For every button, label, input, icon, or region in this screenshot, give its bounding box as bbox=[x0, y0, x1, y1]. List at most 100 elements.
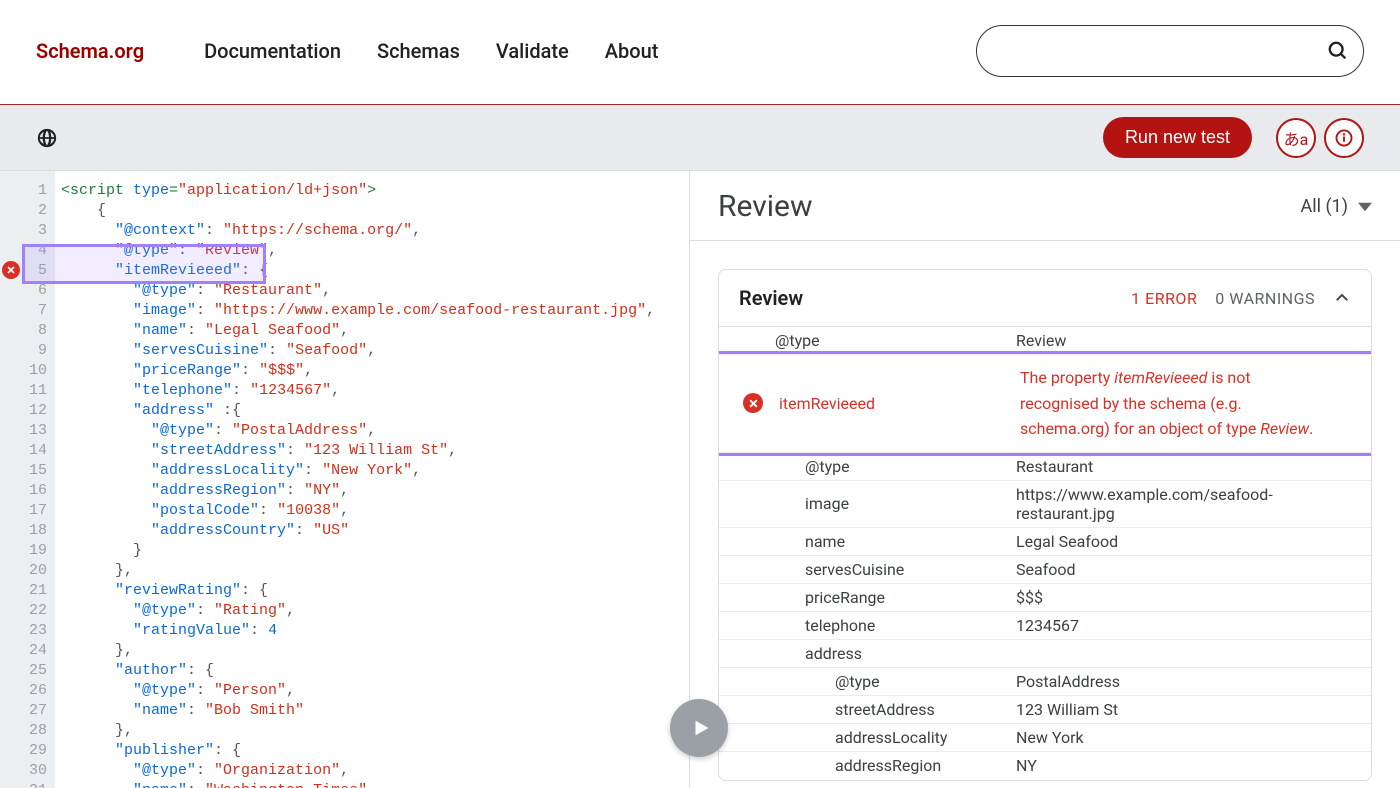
site-logo[interactable]: Schema.org bbox=[36, 39, 144, 63]
code-line[interactable]: "author": { bbox=[61, 661, 655, 681]
card-header[interactable]: Review 1 ERROR 0 WARNINGS bbox=[719, 270, 1371, 327]
property-row[interactable]: streetAddress123 William St bbox=[719, 696, 1371, 724]
error-row[interactable]: itemRevieeed The property itemRevieeed i… bbox=[719, 355, 1371, 453]
property-key: telephone bbox=[719, 616, 1016, 635]
info-button[interactable] bbox=[1324, 118, 1364, 158]
results-filter[interactable]: All (1) bbox=[1300, 196, 1372, 217]
property-row[interactable]: @typeRestaurant bbox=[719, 453, 1371, 481]
line-number: 2 bbox=[0, 201, 47, 221]
line-number: 10 bbox=[0, 361, 47, 381]
run-test-button[interactable]: Run new test bbox=[1103, 117, 1252, 158]
code-line[interactable]: "@type": "Person", bbox=[61, 681, 655, 701]
property-key: @type bbox=[719, 331, 1016, 350]
property-row[interactable]: nameLegal Seafood bbox=[719, 528, 1371, 556]
code-line[interactable]: <script type="application/ld+json"> bbox=[61, 181, 655, 201]
results-panel: Review All (1) Review 1 ERROR 0 WARNINGS… bbox=[690, 171, 1400, 788]
code-line[interactable]: "name": "Legal Seafood", bbox=[61, 321, 655, 341]
code-line[interactable]: "@type": "Organization", bbox=[61, 761, 655, 781]
line-number: 20 bbox=[0, 561, 47, 581]
property-key: name bbox=[719, 532, 1016, 551]
code-line[interactable]: } bbox=[61, 541, 655, 561]
code-line[interactable]: "streetAddress": "123 William St", bbox=[61, 441, 655, 461]
property-value: NY bbox=[1016, 752, 1371, 779]
property-row[interactable]: @typePostalAddress bbox=[719, 668, 1371, 696]
line-number: 31 bbox=[0, 781, 47, 788]
code-line[interactable]: { bbox=[61, 201, 655, 221]
nav-documentation[interactable]: Documentation bbox=[204, 39, 341, 63]
code-line[interactable]: "address" :{ bbox=[61, 401, 655, 421]
line-number: 1 bbox=[0, 181, 47, 201]
code-line[interactable]: "publisher": { bbox=[61, 741, 655, 761]
error-marker-icon[interactable] bbox=[2, 261, 20, 279]
property-value: https://www.example.com/seafood-restaura… bbox=[1016, 481, 1371, 527]
code-line[interactable]: }, bbox=[61, 641, 655, 661]
code-line[interactable]: }, bbox=[61, 721, 655, 741]
nav-validate[interactable]: Validate bbox=[496, 39, 569, 63]
property-value bbox=[1016, 649, 1371, 657]
property-row[interactable]: address bbox=[719, 640, 1371, 668]
error-message: The property itemRevieeed is not recogni… bbox=[1020, 365, 1320, 442]
property-key: servesCuisine bbox=[719, 560, 1016, 579]
collapse-icon[interactable] bbox=[1333, 289, 1351, 307]
dropdown-icon bbox=[1358, 200, 1372, 214]
filter-label: All (1) bbox=[1300, 196, 1348, 217]
code-line[interactable]: "ratingValue": 4 bbox=[61, 621, 655, 641]
language-button[interactable]: あa bbox=[1276, 118, 1316, 158]
property-row[interactable]: servesCuisineSeafood bbox=[719, 556, 1371, 584]
globe-icon[interactable] bbox=[36, 127, 58, 149]
results-header: Review All (1) bbox=[690, 171, 1400, 241]
search-input[interactable] bbox=[999, 42, 1327, 60]
card-type-name: Review bbox=[739, 286, 803, 310]
property-key: streetAddress bbox=[719, 700, 1016, 719]
line-number: 12 bbox=[0, 401, 47, 421]
code-line[interactable]: "@type": "Review", bbox=[61, 241, 655, 261]
property-value: Restaurant bbox=[1016, 453, 1371, 480]
run-fab-button[interactable] bbox=[670, 699, 728, 757]
code-line[interactable]: "name": "Bob Smith" bbox=[61, 701, 655, 721]
property-row[interactable]: priceRange$$$ bbox=[719, 584, 1371, 612]
code-line[interactable]: "addressLocality": "New York", bbox=[61, 461, 655, 481]
code-line[interactable]: "priceRange": "$$$", bbox=[61, 361, 655, 381]
nav-about[interactable]: About bbox=[605, 39, 659, 63]
property-row[interactable]: imagehttps://www.example.com/seafood-res… bbox=[719, 481, 1371, 528]
error-icon bbox=[743, 393, 763, 413]
search-icon[interactable] bbox=[1327, 40, 1349, 62]
code-body[interactable]: <script type="application/ld+json"> { "@… bbox=[55, 171, 655, 788]
line-number: 25 bbox=[0, 661, 47, 681]
line-number: 4 bbox=[0, 241, 47, 261]
code-editor[interactable]: 1234567891011121314151617181920212223242… bbox=[0, 171, 690, 788]
info-icon bbox=[1335, 129, 1353, 147]
property-value: PostalAddress bbox=[1016, 668, 1371, 695]
property-row[interactable]: addressRegionNY bbox=[719, 752, 1371, 780]
code-line[interactable]: "@context": "https://schema.org/", bbox=[61, 221, 655, 241]
property-value: 1234567 bbox=[1016, 612, 1371, 639]
code-line[interactable]: "image": "https://www.example.com/seafoo… bbox=[61, 301, 655, 321]
property-value: Seafood bbox=[1016, 556, 1371, 583]
code-line[interactable]: "@type": "PostalAddress", bbox=[61, 421, 655, 441]
nav-schemas[interactable]: Schemas bbox=[377, 39, 460, 63]
error-count: 1 ERROR bbox=[1131, 289, 1197, 308]
search-box[interactable] bbox=[976, 25, 1364, 77]
code-line[interactable]: "@type": "Rating", bbox=[61, 601, 655, 621]
code-line[interactable]: "postalCode": "10038", bbox=[61, 501, 655, 521]
code-line[interactable]: "servesCuisine": "Seafood", bbox=[61, 341, 655, 361]
property-row[interactable]: addressLocalityNew York bbox=[719, 724, 1371, 752]
line-number: 9 bbox=[0, 341, 47, 361]
line-number: 17 bbox=[0, 501, 47, 521]
error-property: itemRevieeed bbox=[779, 394, 1020, 413]
line-number: 16 bbox=[0, 481, 47, 501]
property-row[interactable]: telephone1234567 bbox=[719, 612, 1371, 640]
code-line[interactable]: "name": "Washington Times", bbox=[61, 781, 655, 788]
code-line[interactable]: }, bbox=[61, 561, 655, 581]
property-row[interactable]: @typeReview bbox=[719, 327, 1371, 355]
code-line[interactable]: "addressRegion": "NY", bbox=[61, 481, 655, 501]
property-key: priceRange bbox=[719, 588, 1016, 607]
code-line[interactable]: "addressCountry": "US" bbox=[61, 521, 655, 541]
code-line[interactable]: "reviewRating": { bbox=[61, 581, 655, 601]
code-line[interactable]: "telephone": "1234567", bbox=[61, 381, 655, 401]
code-line[interactable]: "itemRevieeed": { bbox=[61, 261, 655, 281]
toolbar: Run new test あa bbox=[0, 105, 1400, 171]
property-value: $$$ bbox=[1016, 584, 1371, 611]
line-number: 24 bbox=[0, 641, 47, 661]
code-line[interactable]: "@type": "Restaurant", bbox=[61, 281, 655, 301]
